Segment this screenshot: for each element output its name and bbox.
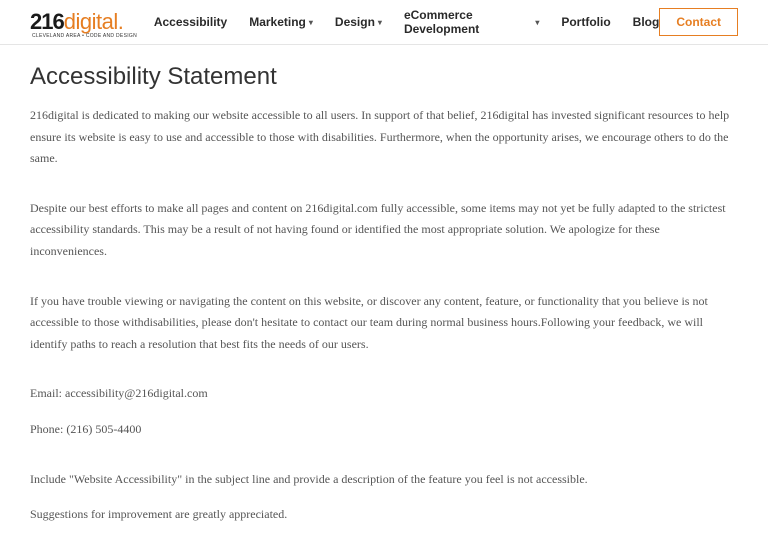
nav-accessibility[interactable]: Accessibility [154, 15, 227, 29]
nav-blog[interactable]: Blog [633, 15, 660, 29]
nav-marketing[interactable]: Marketing ▾ [249, 15, 313, 29]
contact-details: Email: accessibility@216digital.com Phon… [30, 383, 738, 440]
paragraph-disclaimer: Despite our best efforts to make all pag… [30, 198, 738, 263]
logo-tagline: CLEVELAND AREA • CODE AND DESIGN [32, 33, 137, 39]
nav-label: eCommerce Development [404, 8, 532, 36]
chevron-down-icon: ▾ [309, 18, 313, 27]
nav-label: Design [335, 15, 375, 29]
nav-ecommerce[interactable]: eCommerce Development ▾ [404, 8, 539, 36]
logo-dot: . [118, 9, 124, 35]
logo-part2: digital [64, 9, 118, 35]
nav-label: Blog [633, 15, 660, 29]
paragraph-subject: Include "Website Accessibility" in the s… [30, 469, 738, 491]
header: 216digital. CLEVELAND AREA • CODE AND DE… [0, 0, 768, 45]
paragraph-contact-info: If you have trouble viewing or navigatin… [30, 291, 738, 356]
email-line: Email: accessibility@216digital.com [30, 383, 738, 405]
paragraph-suggestions: Suggestions for improvement are greatly … [30, 504, 738, 526]
main-content: Accessibility Statement 216digital is de… [0, 45, 768, 558]
nav-label: Portfolio [561, 15, 610, 29]
logo[interactable]: 216digital. CLEVELAND AREA • CODE AND DE… [30, 9, 124, 35]
page-title: Accessibility Statement [30, 63, 738, 91]
nav-portfolio[interactable]: Portfolio [561, 15, 610, 29]
chevron-down-icon: ▾ [378, 18, 382, 27]
main-nav: Accessibility Marketing ▾ Design ▾ eComm… [154, 8, 660, 36]
nav-label: Marketing [249, 15, 306, 29]
contact-button[interactable]: Contact [659, 8, 738, 36]
nav-design[interactable]: Design ▾ [335, 15, 382, 29]
nav-label: Accessibility [154, 15, 227, 29]
paragraph-intro: 216digital is dedicated to making our we… [30, 105, 738, 170]
chevron-down-icon: ▾ [535, 18, 539, 27]
phone-line: Phone: (216) 505-4400 [30, 419, 738, 441]
logo-part1: 216 [30, 9, 64, 35]
